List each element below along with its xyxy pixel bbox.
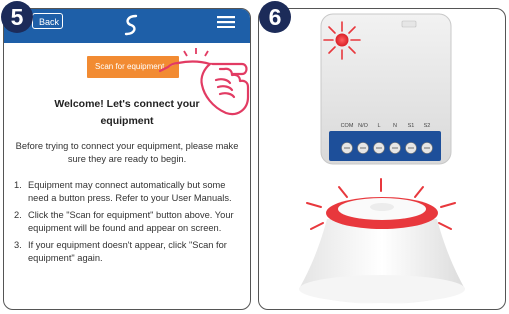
terminal-label: COM	[341, 123, 354, 129]
list-item: 1. Equipment may connect automatically bu…	[14, 179, 242, 205]
list-item-text: Equipment may connect automatically but …	[28, 180, 232, 203]
step6-panel: COM N/O L N S1 S2	[258, 8, 506, 310]
list-item-text: Click the "Scan for equipment" button ab…	[28, 210, 234, 233]
device-illustration: COM N/O L N S1 S2	[299, 13, 465, 304]
step5-panel: Back Scan for equipment Welcome! Let's c…	[3, 8, 251, 310]
swirl-logo-icon	[124, 14, 138, 36]
pointing-hand-icon	[158, 48, 250, 116]
list-item-number: 2.	[14, 210, 22, 220]
terminal-label: L	[377, 123, 380, 129]
instructions-list: 1. Equipment may connect automatically bu…	[14, 179, 242, 269]
step-number-badge: 6	[259, 1, 291, 33]
intro-text: Before trying to connect your equipment,…	[15, 141, 239, 164]
list-item-number: 1.	[14, 180, 22, 190]
terminal-label: S2	[424, 123, 431, 129]
app-header: Back	[4, 9, 250, 43]
status-led-icon	[323, 21, 361, 60]
list-item-text: If your equipment doesn't appear, click …	[28, 240, 227, 263]
list-item: 2. Click the "Scan for equipment" button …	[14, 209, 242, 235]
gateway-hub	[299, 197, 465, 304]
terminal-label: S1	[408, 123, 415, 129]
back-button[interactable]: Back	[32, 13, 63, 29]
list-item-number: 3.	[14, 240, 22, 250]
hamburger-menu-icon[interactable]	[217, 16, 235, 28]
module-button	[401, 20, 417, 28]
terminal-label: N/O	[358, 123, 369, 129]
terminal-label: N	[393, 123, 397, 129]
list-item: 3. If your equipment doesn't appear, clic…	[14, 239, 242, 265]
step-number-badge: 5	[1, 1, 33, 33]
